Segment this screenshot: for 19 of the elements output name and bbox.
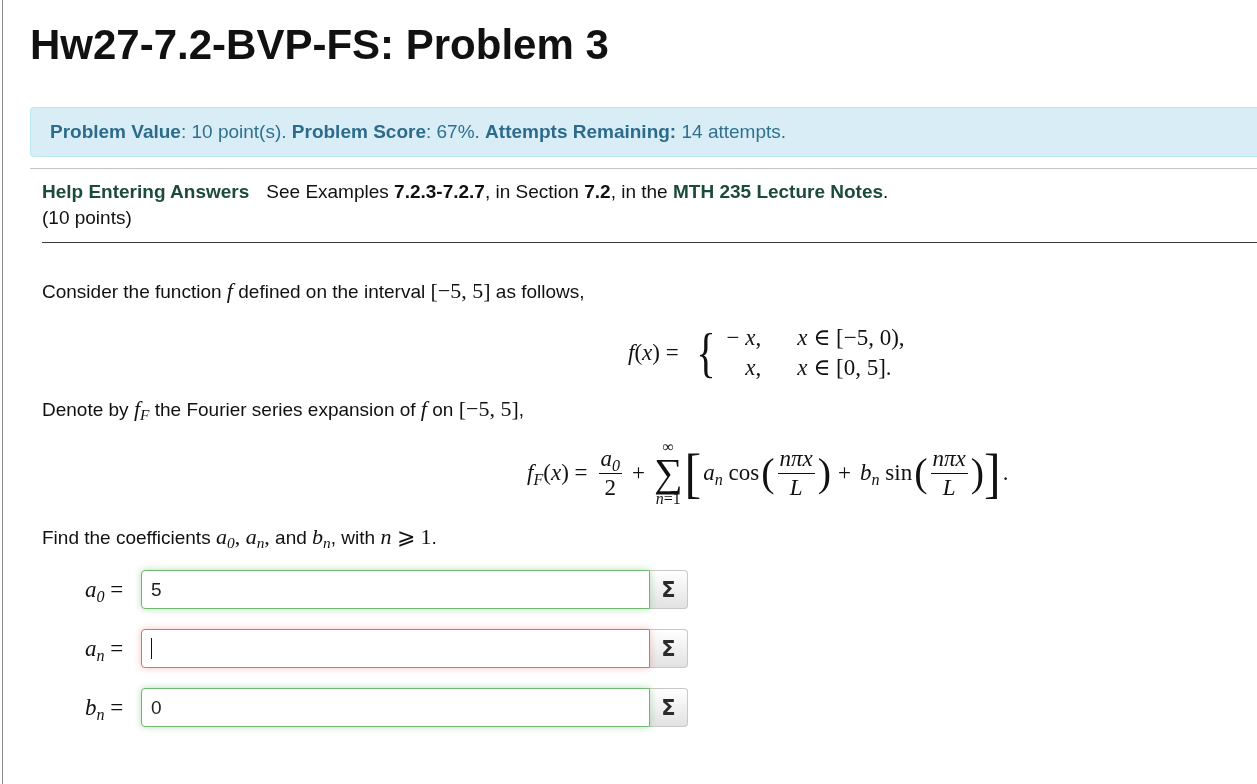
answer-label: a$_{0}$ =	[85, 576, 125, 603]
answer-label: a$_{n}$ =	[85, 635, 125, 662]
answer-label: b$_{n}$ =	[85, 694, 125, 721]
help-link[interactable]: Help Entering Answers	[42, 179, 250, 205]
page-title: Hw27-7.2-BVP-FS: Problem 3	[30, 24, 609, 66]
answer-field[interactable]: 0	[141, 688, 650, 727]
problem-text: Denote by f$_{F}$ the Fourier series expansion of f on [−5, 5],	[42, 395, 525, 423]
problem-text: Consider the function f defined on the interval [−5, 5] as follows,	[42, 277, 585, 305]
lecture-notes-link[interactable]: MTH 235 Lecture Notes	[672, 181, 884, 202]
points-text: (10 points)	[42, 206, 132, 230]
equation-editor-button[interactable]: Σ	[650, 629, 688, 668]
piecewise-formula: f(x) = { − x, x ∈ [−5, 0), x, x ∈ [0, 5].	[628, 325, 905, 381]
equation-editor-button[interactable]: Σ	[650, 688, 688, 727]
reference-text: See Examples 7.2.3-7.2.7, in Section 7.2, in the MTH 235 Lecture Notes.	[266, 180, 889, 204]
score-summary: Problem Value: 10 point(s). Problem Score: 67%. Attempts Remaining: 14 attempts.	[50, 121, 787, 142]
equation-editor-button[interactable]: Σ	[650, 570, 688, 609]
answer-field[interactable]	[141, 629, 650, 668]
answer-field[interactable]: 5	[141, 570, 650, 609]
problem-text: Find the coefficients a$_{0}$, a$_{n}$, and b$_{n}$, with n ⩾ 1.	[42, 523, 437, 551]
